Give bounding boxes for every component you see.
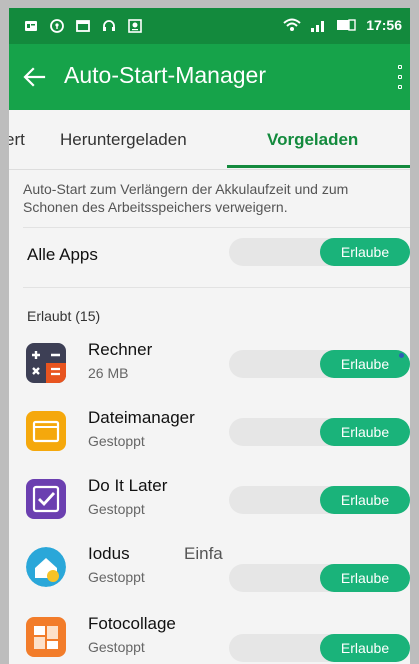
list-item[interactable]: Iodus Einfa Gestoppt Erlaube <box>9 534 410 602</box>
wifi-icon <box>283 18 301 31</box>
app-name: Iodus <box>88 544 130 563</box>
app-status: Gestoppt <box>88 433 145 449</box>
status-icons-left <box>23 18 143 34</box>
app-toggle-label: Erlaube <box>320 418 410 446</box>
app-toggle-label: Erlaube <box>320 564 410 592</box>
tab-vorgeladen[interactable]: Vorgeladen <box>267 130 358 150</box>
app-status: Gestoppt <box>88 639 145 655</box>
app-name: Fotocollage <box>88 614 176 633</box>
back-arrow-icon[interactable] <box>21 64 47 90</box>
app-name-overflow: Einfa <box>184 544 223 563</box>
active-tab-indicator <box>227 165 410 168</box>
list-item[interactable]: Rechner 26 MB Erlaube <box>9 330 410 398</box>
list-item[interactable]: Fotocollage Gestoppt Erlaube <box>9 604 410 664</box>
app-toggle[interactable]: Erlaube <box>229 634 410 662</box>
battery-icon <box>337 19 356 31</box>
page-title: Auto-Start-Manager <box>64 62 266 88</box>
app-status: 26 MB <box>88 365 129 381</box>
app-toggle[interactable]: Erlaube <box>229 350 410 378</box>
section-header: Erlaubt (15) <box>27 308 101 324</box>
app-toggle-label: Erlaube <box>320 350 410 378</box>
photo-collage-icon <box>26 617 66 657</box>
app-bar: Auto-Start-Manager <box>9 44 410 110</box>
app-toggle[interactable]: Erlaube <box>229 564 410 592</box>
calculator-icon <box>26 343 66 383</box>
scroll-indicator <box>399 353 404 358</box>
phone-screen: 17:56 Auto-Start-Manager ert Heruntergel… <box>9 8 410 664</box>
headphones-icon <box>103 20 115 31</box>
app-toggle[interactable]: Erlaube <box>229 486 410 514</box>
home-launcher-icon <box>26 547 66 587</box>
tab-heruntergeladen[interactable]: Heruntergeladen <box>60 130 187 150</box>
app-status: Gestoppt <box>88 501 145 517</box>
checkmark-icon <box>26 479 66 519</box>
signal-icon <box>311 21 325 32</box>
tab-divider <box>9 169 410 170</box>
list-item[interactable]: Dateimanager Gestoppt Erlaube <box>9 398 410 466</box>
app-toggle-label: Erlaube <box>320 634 410 662</box>
all-apps-toggle[interactable]: Erlaube <box>229 238 410 266</box>
status-bar: 17:56 <box>9 8 410 44</box>
divider <box>23 287 410 288</box>
app-toggle-label: Erlaube <box>320 486 410 514</box>
status-icons-right: 17:56 <box>282 17 402 33</box>
description-text: Auto-Start zum Verlängern der Akkulaufze… <box>23 181 349 215</box>
app-name: Dateimanager <box>88 408 195 427</box>
app-status: Gestoppt <box>88 569 145 585</box>
all-apps-toggle-label: Erlaube <box>320 238 410 266</box>
app-toggle[interactable]: Erlaube <box>229 418 410 446</box>
all-apps-label: Alle Apps <box>27 245 98 264</box>
overflow-menu-icon[interactable] <box>396 65 404 89</box>
record-icon <box>128 19 142 33</box>
app-name: Do It Later <box>88 476 168 495</box>
folder-icon <box>26 411 66 451</box>
divider <box>23 227 410 228</box>
status-time: 17:56 <box>366 17 402 33</box>
calendar-icon <box>76 20 90 32</box>
tab-previous[interactable]: ert <box>9 130 25 150</box>
vpn-key-icon <box>50 19 64 33</box>
sim-card-icon <box>25 21 37 31</box>
tab-bar: ert Heruntergeladen Vorgeladen <box>9 110 410 170</box>
list-item[interactable]: Do It Later Gestoppt Erlaube <box>9 466 410 534</box>
app-name: Rechner <box>88 340 153 359</box>
